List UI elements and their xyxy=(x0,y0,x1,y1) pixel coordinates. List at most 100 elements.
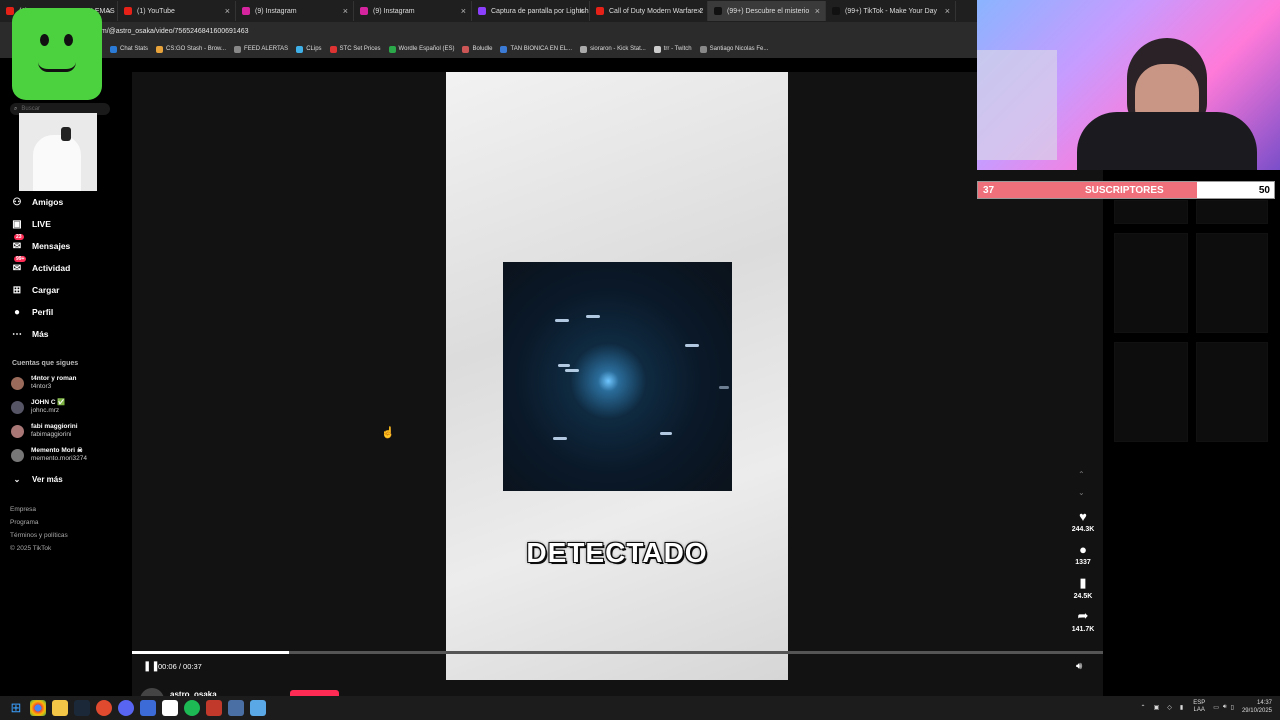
close-icon[interactable]: × xyxy=(579,6,584,16)
bookmark-icon xyxy=(580,45,588,53)
account-handle: fabimaggiorini xyxy=(31,431,72,438)
bookmark-item[interactable]: Wordle Español (ES) xyxy=(388,45,454,53)
network-icon[interactable]: ▭ xyxy=(1213,704,1219,711)
bookmark-item[interactable]: FEED ALERTAS xyxy=(234,45,288,53)
windows-start-icon[interactable]: ⊞ xyxy=(8,700,24,716)
progress-bar[interactable] xyxy=(132,651,1103,654)
speaker-icon[interactable]: 🔊︎ xyxy=(1223,704,1227,711)
clock-date: 29/10/2025 xyxy=(1241,708,1272,714)
bookmark-item[interactable]: TAN BIONICA EN EL... xyxy=(500,45,572,53)
tab-favicon-icon xyxy=(6,7,14,15)
profile-icon: ● xyxy=(13,306,21,318)
settings-icon[interactable] xyxy=(228,700,244,716)
mic-icon[interactable]: ▮ xyxy=(1180,704,1183,711)
mouse-cursor-icon: ☝ xyxy=(381,427,395,439)
bookmark-label: Santiago Nicolas Fe... xyxy=(709,46,769,52)
footer-link[interactable]: Programa xyxy=(10,519,39,526)
following-account[interactable]: t4ntor y roman t4ntor3 xyxy=(11,375,77,391)
account-handle: memento.mori3274 xyxy=(31,455,87,462)
chevron-up-icon[interactable]: ⌃ xyxy=(1141,704,1146,711)
account-name: JOHN C ✅ xyxy=(31,399,66,406)
close-icon[interactable]: × xyxy=(697,6,702,16)
subscriber-goal-bar: 37 SUSCRIPTORES 50 xyxy=(977,181,1275,199)
battery-icon[interactable]: ▯ xyxy=(1231,704,1234,711)
bookmark-item[interactable]: CS:GO Stash - Brow... xyxy=(156,45,226,53)
bookmark-item[interactable]: trr - Twitch xyxy=(653,45,692,53)
sidebar-item-label: LIVE xyxy=(32,219,51,229)
chrome-icon[interactable] xyxy=(30,700,46,716)
wolf-image xyxy=(19,113,97,191)
browser-tab[interactable]: (99+) TikTok - Make Your Day × xyxy=(826,1,956,21)
discord-icon[interactable] xyxy=(118,700,134,716)
browser-tab[interactable]: (99+) Descubre el misterio × xyxy=(708,1,826,21)
avatar xyxy=(11,424,24,438)
bookmark-item[interactable]: Santiago Nicolas Fe... xyxy=(699,45,769,53)
sidebar-item-label: Mensajes xyxy=(32,241,71,251)
controller-icon[interactable] xyxy=(250,700,266,716)
chevron-up-icon[interactable]: ⌃ xyxy=(1078,470,1085,479)
search-icon: ⌕ xyxy=(14,105,18,112)
browser-tab[interactable]: (1) YouTube × xyxy=(118,1,236,21)
browser-tab[interactable]: (9) Instagram × xyxy=(236,1,354,21)
notion-icon[interactable] xyxy=(162,700,178,716)
bookmark-item[interactable]: STC Set Prices xyxy=(329,45,381,53)
more-icon: ⋯ xyxy=(12,328,22,340)
following-account[interactable]: fabi maggiorini fabimaggiorini xyxy=(11,423,78,439)
close-icon[interactable]: × xyxy=(945,6,950,16)
action-count: 24.5K xyxy=(1073,593,1093,600)
sidebar-item-mensajes[interactable]: ✉ 23 Mensajes xyxy=(11,234,71,252)
calendar-icon[interactable] xyxy=(206,700,222,716)
action-button[interactable]: ➦ 141.7K xyxy=(1070,608,1096,633)
sidebar-item-actividad[interactable]: ✉ 99+ Actividad xyxy=(11,256,70,274)
footer-link[interactable]: Empresa xyxy=(10,506,36,513)
bookmark-item[interactable]: sioraron - Kick Stat... xyxy=(580,45,646,53)
action-button[interactable]: ● 1337 xyxy=(1070,542,1096,566)
sidebar-item-ms[interactable]: ⋯ Más xyxy=(11,328,49,340)
share-icon: ➦ xyxy=(1077,608,1089,623)
bookmark-icon xyxy=(329,45,337,53)
address-bar[interactable]: om/@astro_osaka/video/756524684160069146… xyxy=(0,22,978,40)
live-icon: ▣ xyxy=(12,218,22,230)
url-text[interactable]: om/@astro_osaka/video/756524684160069146… xyxy=(97,28,249,35)
app-icon[interactable] xyxy=(140,700,156,716)
close-icon[interactable]: × xyxy=(815,6,820,16)
close-icon[interactable]: × xyxy=(461,6,466,16)
bookmark-item[interactable]: Chat Stats xyxy=(110,45,148,53)
sidebar-item-amigos[interactable]: ⚇ Amigos xyxy=(11,196,64,208)
sidebar-item-live[interactable]: ▣ LIVE xyxy=(11,218,51,230)
tray-icon[interactable]: ◇ xyxy=(1167,704,1172,711)
action-button[interactable]: ▮ 24.5K xyxy=(1070,575,1096,600)
close-icon[interactable]: × xyxy=(107,6,112,16)
browser-tab[interactable]: Call of Duty Modern Warfare 2 × xyxy=(590,1,708,21)
lang-label: ESP xyxy=(1193,700,1206,706)
following-account[interactable]: Memento Mori ☠ memento.mori3274 xyxy=(11,447,87,463)
close-icon[interactable]: × xyxy=(343,6,348,16)
clock[interactable]: 14:37 29/10/2025 xyxy=(1242,699,1272,715)
tray-icon[interactable]: ▣ xyxy=(1154,704,1160,711)
steam-icon[interactable] xyxy=(74,700,90,716)
action-button[interactable]: ♥ 244.3K xyxy=(1070,509,1096,533)
tab-title: Call of Duty Modern Warfare 2 xyxy=(609,7,704,15)
following-account[interactable]: JOHN C ✅ johnc.mrz xyxy=(11,399,65,415)
sidebar-item-cargar[interactable]: ⊞ Cargar xyxy=(11,284,60,296)
friends-icon: ⚇ xyxy=(12,196,22,208)
bookmarks-bar: Chat Stats CS:GO Stash - Brow... FEED ALER… xyxy=(0,40,978,58)
activity-icon: ✉ 99+ xyxy=(12,256,27,274)
tab-title: Captura de pantalla por Lightsh xyxy=(491,7,589,15)
spotify-icon[interactable] xyxy=(184,700,200,716)
see-more-button[interactable]: ⌄ Ver más xyxy=(11,473,63,485)
bookmark-item[interactable]: CLips xyxy=(296,45,322,53)
obs-icon[interactable] xyxy=(96,700,112,716)
chevron-down-icon[interactable]: ⌄ xyxy=(1078,488,1085,497)
sidebar-item-perfil[interactable]: ● Perfil xyxy=(11,306,53,318)
volume-icon[interactable]: 🔊︎ xyxy=(1076,661,1082,672)
bookmark-icon xyxy=(462,45,470,53)
close-icon[interactable]: × xyxy=(225,6,230,16)
language-indicator[interactable]: ESP LAA xyxy=(1193,700,1205,714)
browser-tab[interactable]: Captura de pantalla por Lightsh × xyxy=(472,1,590,21)
bookmark-item[interactable]: Boludle xyxy=(462,45,492,53)
folder-icon[interactable] xyxy=(52,700,68,716)
browser-tab[interactable]: (9) Instagram × xyxy=(354,1,472,21)
footer-link[interactable]: Términos y políticas xyxy=(10,532,68,539)
webcam-overlay xyxy=(977,0,1280,170)
